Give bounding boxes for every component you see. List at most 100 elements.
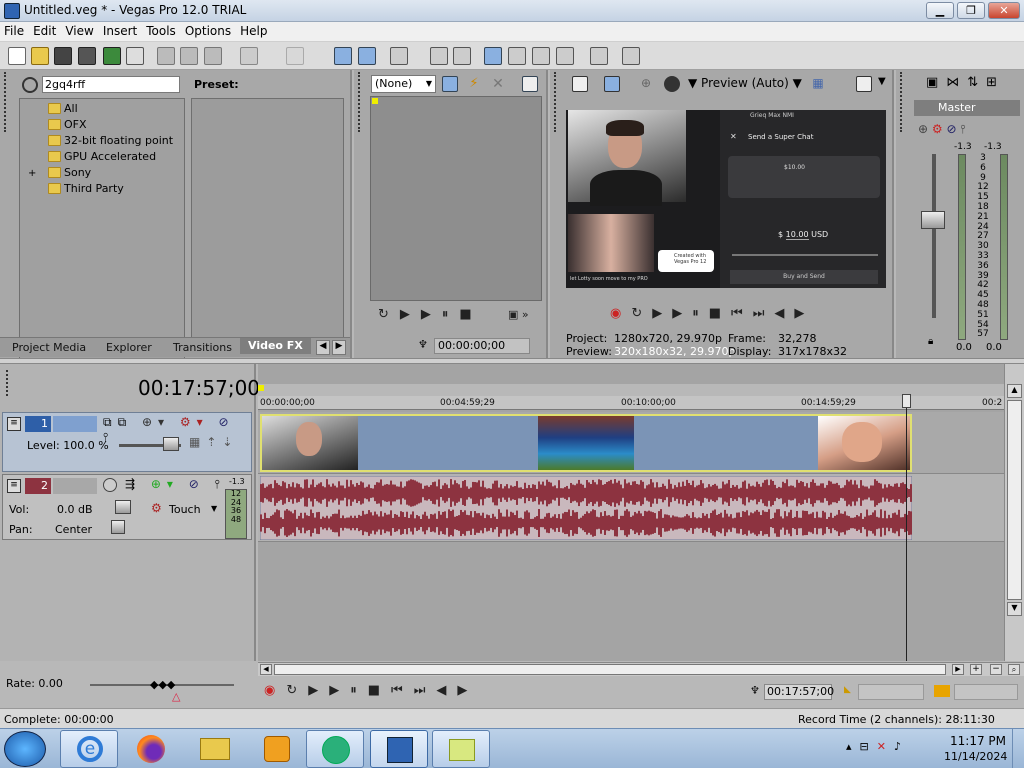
collapse-track-icon[interactable]: ≡ [7,417,21,431]
auto-ripple-icon[interactable] [334,47,352,65]
scroll-right-icon[interactable]: ▶ [952,664,964,675]
redo-icon[interactable] [286,47,304,65]
tab-scroll-right-icon[interactable]: ▶ [332,340,346,355]
expand-icon[interactable]: + [28,168,36,179]
search-input[interactable] [42,76,180,93]
trimmer-view[interactable] [370,96,542,301]
split-screen-icon[interactable]: ⊕ [638,76,654,92]
master-fx-icon[interactable]: ⊕ ⚙ ⊘ ⫯ [918,122,966,137]
grid-icon[interactable]: ▦ [810,76,826,92]
master-lock-icon[interactable]: 🔒︎ [928,336,933,347]
copy-snapshot-icon[interactable] [856,76,872,92]
trimmer-monitor-icon[interactable] [522,76,538,92]
trimmer-fx-icon[interactable] [442,76,458,92]
ie-icon[interactable]: e [60,730,118,768]
minimize-button[interactable]: ▁ [926,2,954,19]
menu-insert[interactable]: Insert [99,22,142,38]
panel-grip[interactable] [900,72,904,132]
master-fader-knob[interactable] [921,211,945,229]
tray-icons[interactable]: ▴⊟✕♪ [846,740,909,753]
tree-item-sony[interactable]: Sony [48,165,91,181]
arm-record-icon[interactable] [103,478,117,492]
open-icon[interactable] [31,47,49,65]
zoom-tool-icon[interactable]: ⌕ [1008,664,1020,675]
menu-view[interactable]: View [61,22,98,38]
chevron-down-icon[interactable]: ▼ [211,504,217,513]
marker-bar[interactable] [258,384,1004,396]
video-track-header[interactable]: ≡ 1 ⧉⧉ ⊕▾ ⚙▾ ⊘ ⫯ Level: 100.0 % ▦⇡⇣ [2,412,252,472]
horizontal-scrollbar[interactable]: ◀ ▶ + − ⌕ [258,662,1024,676]
undo-icon[interactable] [240,47,258,65]
new-icon[interactable] [8,47,26,65]
trimmer-extra-icon[interactable]: ▣ » [508,308,529,321]
tree-item-third-party[interactable]: Third Party [48,181,124,197]
menu-tools[interactable]: Tools [142,22,181,38]
selection-length-field[interactable] [954,684,1018,700]
preview-fx-icon[interactable] [572,76,588,92]
selection-start-field[interactable] [858,684,924,700]
preview-menu-icon[interactable]: ▼ [878,76,886,87]
h-scroll-thumb[interactable] [274,664,946,675]
menu-options[interactable]: Options [181,22,236,38]
paste-icon[interactable] [204,47,222,65]
search-icon[interactable] [22,77,38,93]
timeline-area[interactable] [258,364,1004,661]
tree-item-all[interactable]: All [48,101,78,117]
crossfade-icon[interactable] [430,47,448,65]
menu-edit[interactable]: Edit [29,22,61,38]
tab-project-media[interactable]: Project Media [12,340,86,356]
firefox-icon[interactable] [122,730,180,768]
vegas-taskbar-icon[interactable] [370,730,428,768]
trimmer-close-icon[interactable]: ✕ [490,76,506,92]
cut-icon[interactable] [157,47,175,65]
trimmer-clear-icon[interactable]: ⚡ [466,76,482,92]
external-monitor-icon[interactable] [604,76,620,92]
render-icon[interactable] [103,47,121,65]
zoom-tool-icon[interactable] [556,47,574,65]
track-motion-icon[interactable]: ▦⇡⇣ [189,435,238,449]
save-as-icon[interactable] [78,47,96,65]
transport-buttons[interactable]: ◉↻▶▶⏸■⏮⏭◀▶ [264,683,478,698]
properties-icon[interactable] [126,47,144,65]
save-icon[interactable] [54,47,72,65]
pan-slider-thumb[interactable] [111,520,125,534]
explorer-icon[interactable] [186,730,244,768]
panel-grip[interactable] [358,72,362,132]
tab-scroll-left-icon[interactable]: ◀ [316,340,330,355]
trimmer-source-dropdown[interactable]: (None) ▼ [371,75,436,93]
track-name-field[interactable] [53,416,97,432]
tree-item-32bit[interactable]: 32-bit floating point [48,133,173,149]
start-button[interactable] [4,731,46,767]
automation-gear-icon[interactable]: ⚙ [151,501,162,515]
menu-file[interactable]: File [0,22,29,38]
playhead-marker-icon[interactable] [902,394,911,408]
lock-envelopes-icon[interactable] [358,47,376,65]
tab-video-fx[interactable]: Video FX [240,338,311,354]
whats-this-icon[interactable] [622,47,640,65]
zoom-out-icon[interactable]: − [990,664,1002,675]
scroll-down-icon[interactable]: ▼ [1007,602,1022,616]
preview-frame[interactable]: Created with Vegas Pro 12 let Lotty soon… [566,110,886,288]
menu-help[interactable]: Help [236,22,272,38]
group-icon[interactable] [453,47,471,65]
audio-waveform[interactable] [260,476,912,540]
preview-quality-dropdown[interactable]: ▼ Preview (Auto) ▼ [688,76,802,90]
loop-region-start-icon[interactable] [258,385,264,391]
vertical-scrollbar[interactable]: ▲ ▼ [1004,364,1024,661]
overlays-icon[interactable] [664,76,680,92]
video-level-thumb[interactable] [163,437,179,451]
online-help-icon[interactable] [590,47,608,65]
tree-item-ofx[interactable]: OFX [48,117,87,133]
vol-slider-thumb[interactable] [115,500,131,514]
envelope-tool-icon[interactable] [508,47,526,65]
show-desktop-button[interactable] [1012,729,1024,768]
scroll-thumb[interactable] [1007,400,1022,600]
snapping-icon[interactable] [390,47,408,65]
panel-grip[interactable] [6,370,10,396]
scroll-up-icon[interactable]: ▲ [1007,384,1022,398]
mixer-toolbar-icons[interactable]: ▣⋈⇅⊞ [926,75,1005,90]
normal-edit-tool-icon[interactable] [484,47,502,65]
notes-icon[interactable] [432,730,490,768]
media-player-icon[interactable] [248,730,306,768]
automation-mode[interactable]: Touch [169,503,201,516]
